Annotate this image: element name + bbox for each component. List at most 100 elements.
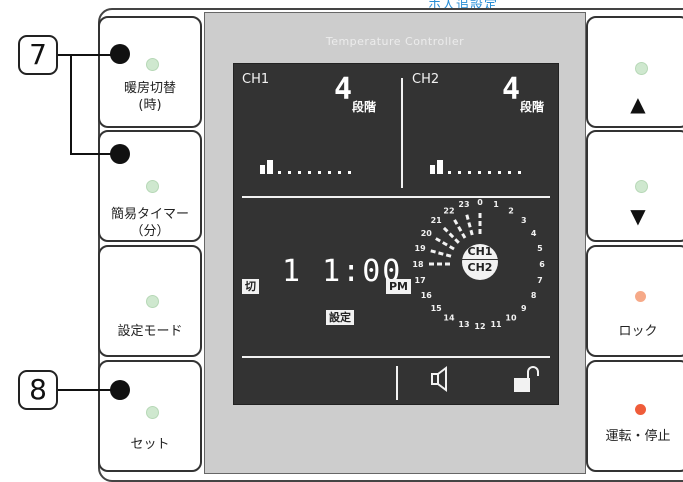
dial-hour-label: 3 (521, 216, 527, 225)
heating-switch-led (146, 58, 159, 71)
dial-hour-label: 22 (443, 206, 454, 215)
ch1-level-dot (328, 171, 331, 174)
setting-tag: 設定 (326, 310, 354, 325)
ch2-level-dot (468, 171, 471, 174)
dial-hour-label: 10 (505, 314, 517, 323)
off-tag: 切 (242, 279, 259, 294)
simple-timer-label: 簡易タイマー （分） (110, 207, 189, 239)
ch1-level-dot (318, 171, 321, 174)
callout-pointer-dot (110, 44, 130, 64)
callout-pointer-dot (110, 380, 130, 400)
up-led (635, 62, 648, 75)
ch2-level-dot (488, 171, 491, 174)
speaker-icon (431, 366, 447, 392)
dial-hour-label: 17 (415, 276, 426, 285)
dial-hour-label: 8 (531, 291, 537, 300)
ch2-level-dot (518, 171, 521, 174)
dial-hour-label: 16 (421, 291, 433, 300)
dial-ch1-label: CH1 (462, 244, 498, 260)
ch1-level-meter (260, 158, 360, 174)
down-button[interactable]: ▼ (586, 130, 683, 242)
ch2-level-dot (498, 171, 501, 174)
dial-segment (445, 253, 452, 258)
dial-hour-label: 4 (531, 229, 537, 238)
dial-hour-label: 15 (431, 304, 443, 313)
dial-hour-label: 9 (521, 304, 527, 313)
dial-segment (453, 219, 459, 225)
ch1-level-dot (308, 171, 311, 174)
dial-segment (454, 238, 460, 244)
dial-segment (438, 251, 444, 256)
ch2-level-dot (458, 171, 461, 174)
dial-hour-label: 20 (421, 229, 433, 238)
down-led (635, 180, 648, 193)
ch1-level-dot (348, 171, 351, 174)
ch1-level-dot (298, 171, 301, 174)
set-label: セット (130, 437, 170, 452)
simple-timer-led (146, 180, 159, 193)
dial-segment (435, 237, 441, 243)
hour-dial: 0 1 2 3 4 5 6 7 8 9 10 11 12 13 14 15 16 17 18 19 20 21 22 23 C… (410, 194, 550, 334)
dial-hour-label: 23 (458, 200, 469, 209)
ch2-level-bar-2 (437, 160, 443, 174)
dial-segment (465, 214, 470, 220)
dial-segment (448, 232, 455, 239)
bottom-divider (242, 356, 550, 358)
dial-segment (442, 241, 448, 247)
dial-segment (461, 232, 467, 239)
dial-hour-label: 1 (493, 200, 499, 209)
set-button[interactable]: セット (98, 360, 202, 472)
dial-hour-label: 21 (431, 216, 443, 225)
down-arrow-icon: ▼ (630, 204, 646, 228)
ch2-level-meter (430, 158, 530, 174)
up-button[interactable]: ▲ (586, 16, 683, 128)
channel-selector: CH1 CH2 (462, 244, 498, 280)
dial-hour-label: 12 (474, 322, 485, 331)
dial-hour-label: 5 (537, 244, 543, 253)
lcd-display: CH1 4 段階 CH2 4 段階 切 1 1:00 PM 設定 0 1 2 3… (233, 63, 559, 405)
dial-segment (448, 245, 455, 251)
ch2-stage-digit: 4 (502, 72, 521, 107)
lock-label: ロック (618, 324, 658, 339)
set-led (146, 406, 159, 419)
setting-mode-button[interactable]: 設定モード (98, 245, 202, 357)
ch1-level-bar-1 (260, 165, 265, 174)
dial-hour-label: 2 (508, 206, 514, 215)
dial-hour-label: 19 (415, 244, 427, 253)
callout-seven-line-vertical (70, 54, 72, 154)
callout-seven: 7 (18, 35, 58, 75)
ch1-level-dot (288, 171, 291, 174)
lock-button[interactable]: ロック (586, 245, 683, 357)
ch1-stage-digit: 4 (334, 72, 353, 107)
heating-switch-label: 暖房切替 (時) (123, 81, 176, 113)
ampm-tag: PM (386, 279, 412, 294)
ch1-level-bar-2 (267, 160, 273, 174)
dial-hour-label: 13 (458, 320, 469, 329)
dial-hour-label: 18 (412, 260, 424, 269)
heating-switch-button[interactable]: 暖房切替 (時) (98, 16, 202, 128)
ch1-stage-suffix: 段階 (352, 100, 377, 114)
run-stop-label: 運転・停止 (605, 429, 671, 444)
lock-led (635, 291, 646, 302)
dial-hour-label: 11 (490, 320, 502, 329)
run-stop-led (635, 404, 646, 415)
controller-title: Temperature Controller (325, 35, 465, 48)
setting-mode-led (146, 295, 159, 308)
dial-segment (469, 229, 474, 236)
dial-segment (430, 249, 436, 254)
control-panel: Temperature Controller CH1 4 段階 CH2 4 段階 (204, 12, 586, 474)
unlock-icon (514, 366, 539, 392)
ch1-level-dot (278, 171, 281, 174)
dial-segment (467, 222, 472, 228)
ch1-label: CH1 (242, 72, 270, 87)
dial-hour-label: 7 (537, 276, 543, 285)
ch2-level-dot (478, 171, 481, 174)
callout-pointer-dot (110, 144, 130, 164)
ch2-level-bar-1 (430, 165, 435, 174)
run-stop-button[interactable]: 運転・停止 (586, 360, 683, 472)
ch2-level-dot (448, 171, 451, 174)
dial-ch2-label: CH2 (467, 261, 493, 274)
dial-segment (457, 226, 463, 232)
timer-time: 1 1:00 (282, 254, 403, 289)
ch2-label: CH2 (412, 72, 440, 87)
